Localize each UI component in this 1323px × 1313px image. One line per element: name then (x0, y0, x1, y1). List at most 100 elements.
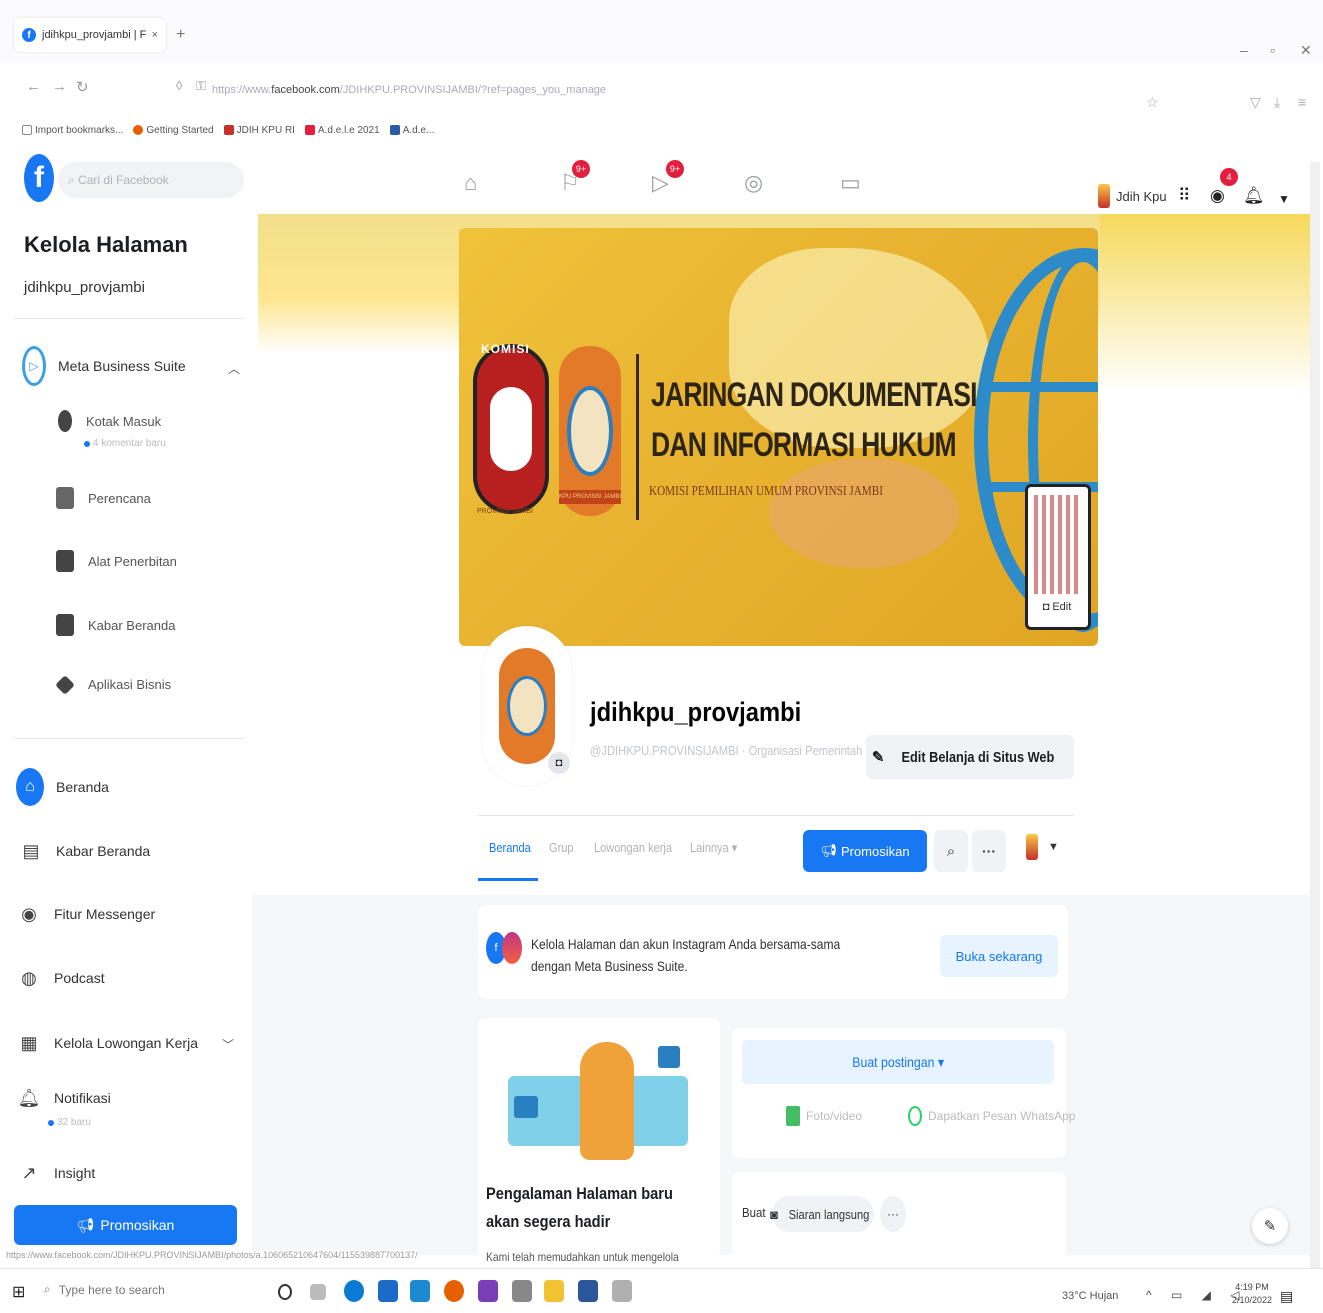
sidebar-subitem-planner[interactable]: Perencana (56, 487, 151, 509)
page-search-button[interactable]: ⌕ (934, 830, 968, 872)
maximize-icon[interactable]: ▫ (1270, 42, 1275, 58)
sidebar-item-label: Perencana (88, 490, 151, 506)
sidebar-subitem-publishing-tools[interactable]: Alat Penerbitan (56, 550, 177, 572)
system-clock[interactable]: 4:19 PM 2/10/2022 (1232, 1281, 1272, 1307)
illustration (508, 1036, 698, 1164)
sidebar-item-fitur-messenger[interactable]: ◉ Fitur Messenger (16, 901, 155, 927)
sidebar-item-kelola-lowongan-kerja[interactable]: ▦ Kelola Lowongan Kerja (16, 1030, 198, 1056)
sidebar-subitem-inbox[interactable]: Kotak Masuk (58, 410, 161, 432)
file-explorer-icon[interactable] (544, 1280, 564, 1302)
megaphone-icon: 📢︎ (76, 1216, 95, 1233)
bookmark-ade[interactable]: A.d.e... (389, 120, 434, 140)
create-more-button[interactable]: ··· (880, 1196, 906, 1232)
word-icon[interactable] (578, 1280, 598, 1302)
bookmark-star-icon[interactable]: ☆ (1146, 94, 1159, 111)
download-icon[interactable]: ⤓ (1274, 94, 1280, 111)
tab-lainnya[interactable]: Lainnya ▾ (690, 840, 737, 856)
sidebar-item-label: Kabar Beranda (88, 617, 176, 633)
minimize-icon[interactable]: – (1240, 42, 1248, 58)
pages-badge: 9+ (572, 160, 590, 178)
more-options-button[interactable]: ··· (972, 830, 1006, 872)
address-bar[interactable]: https://www.facebook.com/JDIHKPU.PROVINS… (212, 84, 606, 96)
sidebar-item-meta-business-suite[interactable]: ▷ Meta Business Suite (22, 346, 186, 386)
sidebar-item-label: Kabar Beranda (56, 843, 151, 859)
sidebar-item-label: Alat Penerbitan (88, 553, 177, 569)
profile-chip[interactable]: Jdih Kpu (1098, 184, 1167, 208)
sidebar-item-beranda[interactable]: ⌂ Beranda (16, 768, 109, 806)
sidebar-item-podcast[interactable]: ◍ Podcast (16, 965, 104, 991)
lock-icon[interactable]: ⚿ (196, 78, 206, 94)
pencil-icon: ✎ (871, 749, 885, 766)
tab-beranda[interactable]: Beranda (489, 840, 531, 855)
task-view-icon[interactable] (310, 1284, 326, 1300)
create-post-button[interactable]: Buat postingan ▾ (742, 1040, 1054, 1084)
app-icon[interactable] (612, 1280, 632, 1302)
edit-shop-button[interactable]: ✎ Edit Belanja di Situs Web (866, 735, 1074, 779)
bookmark-getting-started[interactable]: Getting Started (133, 120, 214, 140)
firefox-icon[interactable] (444, 1280, 464, 1302)
tab-grup[interactable]: Grup (549, 840, 574, 855)
bell-icon: 🔔︎ (17, 1087, 41, 1108)
facebook-favicon-icon: f (22, 28, 36, 42)
whatsapp-option[interactable]: Dapatkan Pesan WhatsApp (908, 1106, 1075, 1126)
shield-icon[interactable]: ◊ (176, 78, 182, 93)
promote-button[interactable]: 📢︎ Promosikan (803, 830, 927, 872)
sidebar-subitem-news-feed[interactable]: Kabar Beranda (56, 614, 175, 636)
windows-start-icon[interactable]: ⊞ (12, 1282, 25, 1302)
notifications-bell-icon[interactable]: 🔔︎ (1243, 186, 1265, 206)
edit-cover-button[interactable]: ◘ Edit (1031, 594, 1083, 620)
reload-icon[interactable]: ↻ (76, 78, 89, 96)
weather-widget[interactable]: 33°C Hujan (1062, 1290, 1118, 1302)
facebook-search-input[interactable]: ⌕ Cari di Facebook (58, 162, 244, 198)
browser-tab[interactable]: f jdihkpu_provjambi | Facebook × (14, 18, 166, 52)
acting-as-switcher[interactable]: ▼ (1026, 834, 1059, 860)
tab-lowongan-kerja[interactable]: Lowongan kerja (594, 840, 672, 855)
sidebar-item-notifikasi[interactable]: 🔔︎ Notifikasi (16, 1085, 111, 1111)
account-dropdown-icon[interactable]: ▼ (1278, 192, 1290, 206)
printer-icon[interactable] (512, 1280, 532, 1302)
bookmark-jdih-kpu-ri[interactable]: JDIH KPU RI (223, 120, 295, 140)
search-icon: ⌕ (946, 842, 956, 860)
page-scrollbar[interactable] (1310, 162, 1320, 1272)
chevron-down-icon[interactable]: ﹀ (222, 1036, 234, 1053)
gaming-icon[interactable]: ▭ (840, 170, 861, 196)
bookmark-adele[interactable]: A.d.e.l.e 2021 (304, 120, 380, 140)
messenger-icon[interactable]: ◉ (1210, 186, 1225, 206)
apps-grid-icon[interactable]: ⠿ (1178, 186, 1190, 206)
pocket-icon[interactable]: ▽ (1250, 94, 1261, 111)
taskbar-search-input[interactable]: ⌕ Type here to search (44, 1282, 165, 1297)
live-label: Siaran langsung (788, 1206, 870, 1222)
live-video-button[interactable]: ◙ Siaran langsung (770, 1196, 874, 1232)
browser-tab-bar (0, 0, 1323, 62)
home-icon[interactable]: ⌂ (464, 170, 477, 196)
open-now-button[interactable]: Buka sekarang (940, 935, 1058, 977)
bookmark-import[interactable]: Import bookmarks... (22, 120, 123, 140)
watch-video-icon[interactable]: ▷ (652, 170, 669, 196)
edge-icon[interactable] (344, 1280, 364, 1302)
sidebar-item-kabar-beranda[interactable]: ▤ Kabar Beranda (18, 838, 150, 864)
insight-chart-icon: ↗ (21, 1162, 37, 1183)
forward-arrow-icon[interactable]: → (52, 78, 67, 95)
menu-icon[interactable]: ≡ (1298, 94, 1306, 110)
camera-icon[interactable]: ◘ (548, 752, 570, 774)
cover-photo[interactable]: KOMISI PROVINSI JAMBI KPU PROVINSI JAMBI… (459, 228, 1098, 646)
tab-close-icon[interactable]: × (152, 29, 158, 41)
facebook-logo-icon[interactable]: f (24, 154, 54, 202)
sidebar-item-insight[interactable]: ↗ Insight (16, 1160, 95, 1186)
app-icon[interactable] (478, 1280, 498, 1302)
url-domain: facebook.com (271, 84, 340, 96)
back-arrow-icon[interactable]: ← (26, 78, 41, 95)
new-tab-button[interactable]: + (176, 26, 185, 44)
groups-icon[interactable]: ◎ (744, 170, 763, 196)
mail-icon[interactable] (378, 1280, 398, 1302)
chevron-up-icon[interactable]: ︿ (228, 360, 240, 377)
action-center-icon[interactable]: ▤ (1280, 1288, 1293, 1305)
compose-message-icon[interactable]: ✎ (1252, 1208, 1288, 1244)
sidebar-page-name[interactable]: jdihkpu_provjambi (24, 279, 145, 296)
window-close-icon[interactable]: ✕ (1300, 42, 1312, 59)
sidebar-promote-button[interactable]: 📢︎ Promosikan (14, 1205, 237, 1245)
photo-video-option[interactable]: Foto/video (786, 1106, 862, 1126)
store-icon[interactable] (410, 1280, 430, 1302)
cortana-icon[interactable] (278, 1284, 292, 1300)
sidebar-subitem-business-apps[interactable]: Aplikasi Bisnis (55, 674, 171, 695)
